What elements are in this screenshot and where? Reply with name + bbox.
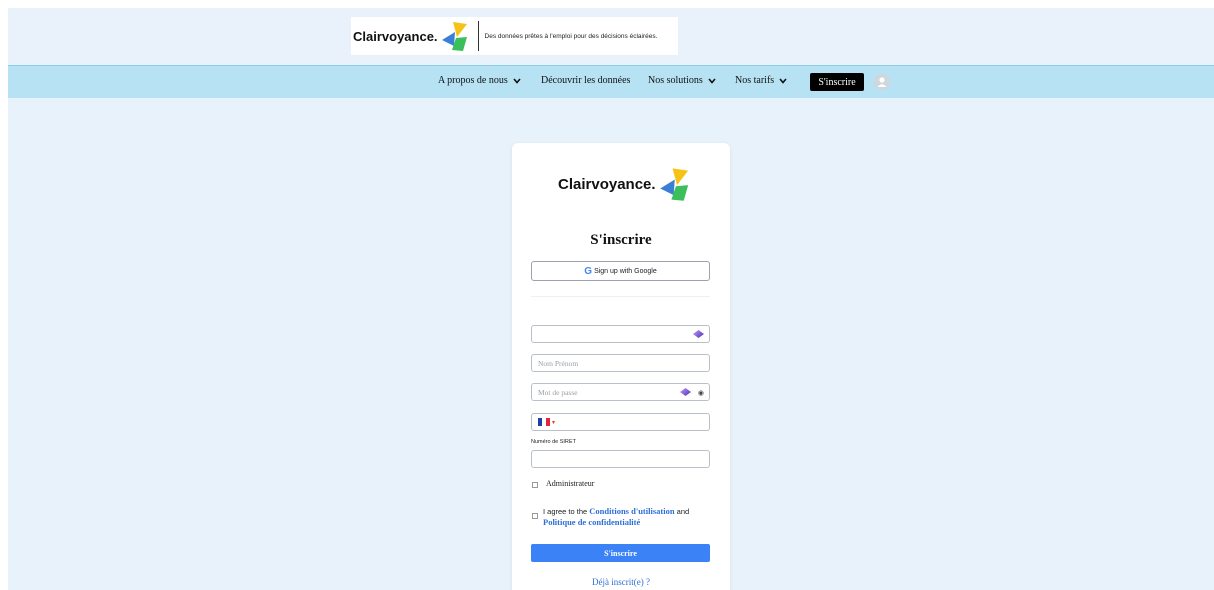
main-navbar: A propos de nous Découvrir les données N… bbox=[8, 65, 1214, 98]
password-manager-icon[interactable] bbox=[693, 330, 704, 338]
nav-item-label: Nos tarifs bbox=[735, 75, 775, 86]
password-manager-icon[interactable] bbox=[680, 388, 691, 396]
nav-item-discover[interactable]: Découvrir les données bbox=[541, 75, 630, 86]
name-placeholder: Nom Prénom bbox=[538, 358, 579, 368]
agree-checkbox[interactable] bbox=[532, 513, 538, 519]
france-flag-icon[interactable] bbox=[538, 418, 550, 426]
brand-logo-icon bbox=[659, 168, 688, 201]
siret-label: Numéro de SIRET bbox=[531, 439, 576, 445]
terms-link[interactable]: Conditions d'utilisation bbox=[589, 506, 674, 516]
show-password-icon[interactable]: ◉ bbox=[698, 389, 704, 397]
nav-item-pricing[interactable]: Nos tarifs bbox=[735, 75, 787, 86]
brand-name: Clairvoyance. bbox=[558, 175, 656, 193]
nav-item-label: Découvrir les données bbox=[541, 75, 631, 86]
user-avatar-icon[interactable] bbox=[874, 74, 890, 90]
chevron-down-icon bbox=[513, 77, 521, 84]
name-field[interactable]: Nom Prénom bbox=[531, 354, 710, 372]
admin-checkbox[interactable] bbox=[532, 482, 538, 488]
brand-name: Clairvoyance. bbox=[353, 28, 438, 44]
admin-label: Administrateur bbox=[546, 479, 595, 488]
email-field[interactable] bbox=[531, 325, 710, 343]
nav-item-about[interactable]: A propos de nous bbox=[438, 75, 521, 86]
banner-logo[interactable]: Clairvoyance. Des données prêtes à l'emp… bbox=[351, 17, 678, 55]
top-banner: Clairvoyance. Des données prêtes à l'emp… bbox=[8, 8, 1214, 64]
login-link[interactable]: Déjà inscrit(e) ? bbox=[512, 577, 730, 587]
form-title: S'inscrire bbox=[590, 232, 652, 248]
card-logo: Clairvoyance. bbox=[558, 165, 696, 203]
nav-item-label: Nos solutions bbox=[648, 75, 703, 86]
agree-prefix: I agree to the bbox=[543, 507, 588, 516]
banner-divider bbox=[477, 21, 479, 51]
submit-button[interactable]: S'inscrire bbox=[531, 544, 710, 562]
google-icon: G bbox=[584, 265, 593, 277]
siret-field[interactable] bbox=[531, 450, 710, 468]
brand-tagline: Des données prêtes à l'emploi pour des d… bbox=[484, 32, 658, 40]
signup-card: Clairvoyance. S'inscrire G Sign up with … bbox=[512, 143, 730, 590]
agree-text: I agree to the Conditions d'utilisation … bbox=[543, 506, 723, 528]
privacy-link[interactable]: Politique de confidentialité bbox=[543, 517, 640, 527]
google-signup-button[interactable]: G Sign up with Google bbox=[531, 261, 710, 281]
nav-item-solutions[interactable]: Nos solutions bbox=[648, 75, 716, 86]
chevron-down-icon bbox=[708, 77, 716, 84]
password-field[interactable]: Mot de passe ◉ bbox=[531, 383, 710, 401]
chevron-down-icon bbox=[779, 77, 787, 84]
avatar-silhouette-icon bbox=[877, 77, 887, 87]
brand-logo-icon bbox=[441, 22, 467, 51]
country-caret-icon: ▾ bbox=[552, 419, 556, 426]
nav-signup-button[interactable]: S'inscrire bbox=[810, 73, 864, 91]
password-placeholder: Mot de passe bbox=[538, 387, 578, 397]
page: Clairvoyance. Des données prêtes à l'emp… bbox=[8, 8, 1214, 590]
nav-item-label: A propos de nous bbox=[438, 75, 508, 86]
google-signup-label: Sign up with Google bbox=[594, 267, 657, 275]
agree-and: and bbox=[676, 507, 690, 516]
divider bbox=[531, 296, 710, 297]
phone-field[interactable]: ▾ bbox=[531, 413, 710, 431]
